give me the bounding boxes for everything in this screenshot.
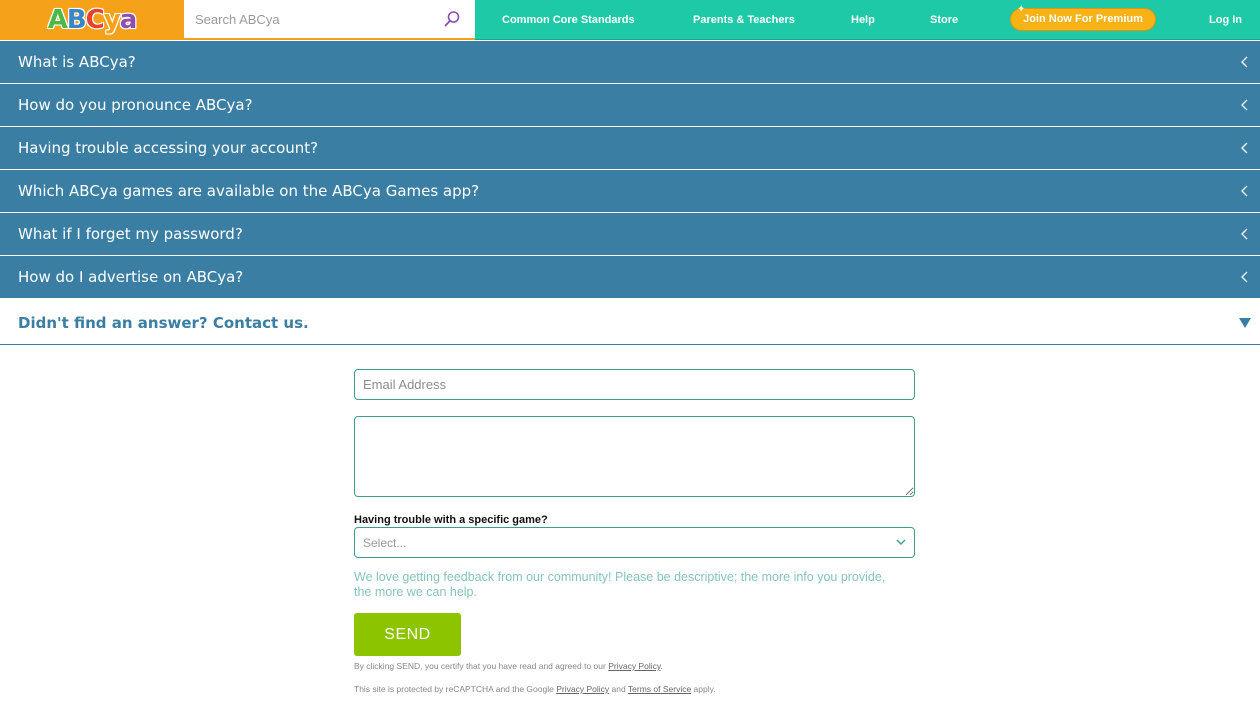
sparkle-icon: ✦ [1017, 4, 1026, 15]
google-privacy-link[interactable]: Privacy Policy [556, 684, 609, 694]
faq-question: How do you pronounce ABCya? [18, 96, 253, 114]
faq-question: How do I advertise on ABCya? [18, 268, 244, 286]
contact-title: Didn't find an answer? Contact us. [18, 313, 309, 332]
contact-toggle[interactable]: Didn't find an answer? Contact us. [0, 301, 1260, 345]
logo-letter-b: B [66, 5, 87, 35]
chevron-down-icon [896, 539, 906, 545]
recaptcha-and: and [609, 684, 628, 694]
faq-question: Having trouble accessing your account? [18, 139, 319, 157]
faq-question: What is ABCya? [18, 53, 136, 71]
chevron-left-icon [1241, 56, 1248, 68]
faq-list: What is ABCya? How do you pronounce ABCy… [0, 41, 1260, 299]
chevron-left-icon [1241, 142, 1248, 154]
nav-common-core[interactable]: Common Core Standards [502, 0, 635, 40]
chevron-left-icon [1241, 99, 1248, 111]
caret-down-icon [1239, 318, 1251, 328]
faq-question: What if I forget my password? [18, 225, 243, 243]
logo-link[interactable]: A B C y a [0, 0, 184, 40]
contact-form: Having trouble with a specific game? Sel… [354, 369, 915, 694]
logo-letter-y: y [103, 5, 121, 35]
search-bar [184, 0, 475, 40]
chevron-left-icon [1241, 228, 1248, 240]
faq-item[interactable]: What is ABCya? [0, 41, 1260, 84]
faq-item[interactable]: Having trouble accessing your account? [0, 127, 1260, 170]
chevron-left-icon [1241, 271, 1248, 283]
logo-letter-a: A [47, 5, 69, 35]
game-select-value: Select... [363, 536, 407, 550]
abcya-logo: A B C y a [47, 5, 138, 35]
nav-parents-teachers[interactable]: Parents & Teachers [693, 0, 795, 40]
message-textarea[interactable] [354, 416, 915, 497]
faq-item[interactable]: How do I advertise on ABCya? [0, 256, 1260, 299]
feedback-help-text: We love getting feedback from our commun… [354, 570, 886, 599]
search-input[interactable] [184, 0, 434, 38]
terms-link[interactable]: Terms of Service [628, 684, 691, 694]
recaptcha-suffix: apply. [691, 684, 716, 694]
search-icon[interactable] [443, 10, 461, 28]
chevron-left-icon [1241, 185, 1248, 197]
logo-letter-a2: a [119, 5, 138, 35]
certify-notice: By clicking SEND, you certify that you h… [354, 661, 915, 671]
faq-item[interactable]: Which ABCya games are available on the A… [0, 170, 1260, 213]
certify-prefix: By clicking SEND, you certify that you h… [354, 661, 609, 671]
faq-question: Which ABCya games are available on the A… [18, 182, 480, 200]
faq-item[interactable]: What if I forget my password? [0, 213, 1260, 256]
premium-button[interactable]: Join Now For Premium [1010, 8, 1156, 31]
logo-letter-c: C [85, 5, 106, 35]
top-nav: A B C y a Common Core Standards Parents … [0, 0, 1260, 40]
recaptcha-prefix: This site is protected by reCAPTCHA and … [354, 684, 557, 694]
email-field[interactable] [354, 369, 915, 400]
nav-help[interactable]: Help [851, 0, 875, 40]
login-link[interactable]: Log In [1209, 0, 1242, 40]
faq-item[interactable]: How do you pronounce ABCya? [0, 84, 1260, 127]
recaptcha-notice: This site is protected by reCAPTCHA and … [354, 684, 915, 694]
nav-store[interactable]: Store [930, 0, 958, 40]
send-button[interactable]: SEND [354, 613, 461, 656]
certify-suffix: . [660, 661, 663, 671]
game-select-label: Having trouble with a specific game? [354, 514, 548, 526]
privacy-policy-link[interactable]: Privacy Policy [608, 661, 660, 671]
game-select[interactable]: Select... [354, 527, 915, 558]
